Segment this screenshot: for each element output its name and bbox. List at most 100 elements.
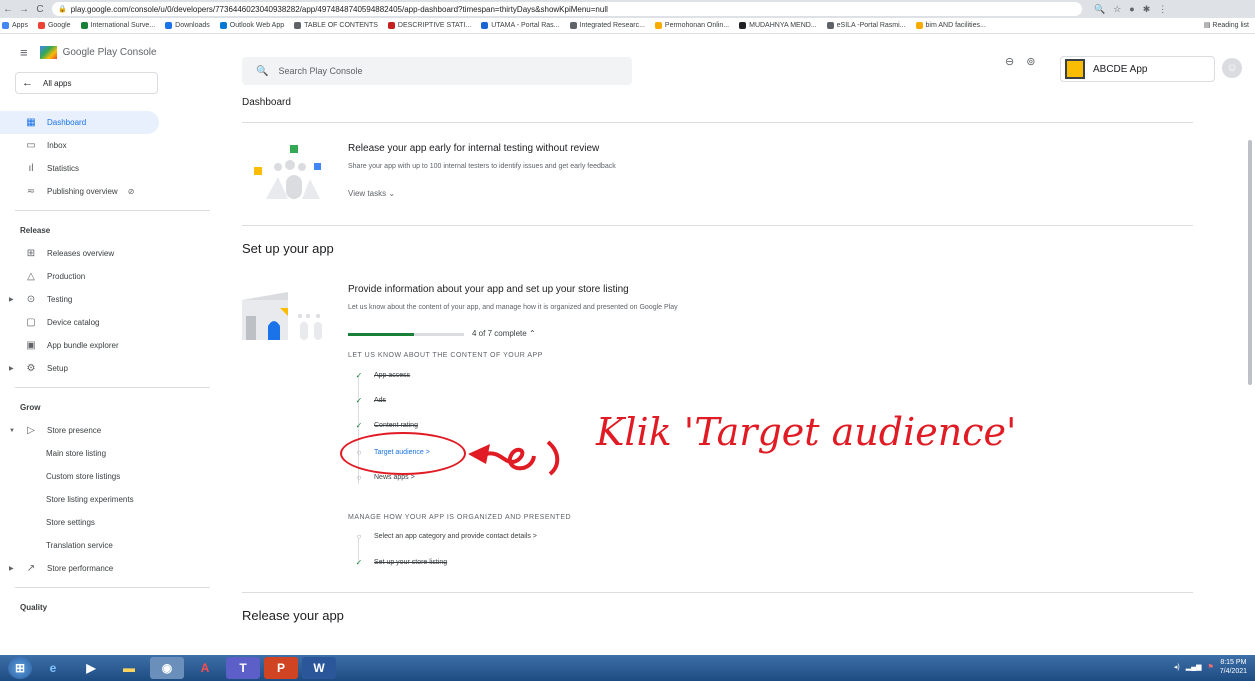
sidebar-item-store-performance[interactable]: ▶ ↗ Store performance	[0, 557, 223, 580]
top-tools: ⊖ ⊚	[1005, 55, 1035, 68]
sidebar-subitem-main-store-listing[interactable]: Main store listing	[0, 442, 223, 465]
help-icon[interactable]: ⊚	[1026, 55, 1035, 68]
bookmark[interactable]: UTAMA - Portal Ras...	[481, 22, 560, 29]
search-placeholder: Search Play Console	[278, 66, 363, 76]
production-icon: △	[27, 271, 35, 282]
sidebar-item-app-bundle-explorer[interactable]: ▣ App bundle explorer	[0, 334, 223, 357]
hamburger-menu-icon[interactable]: ≡	[20, 45, 28, 60]
dashboard-icon: ▦	[26, 117, 36, 128]
release-section-title: Release your app	[242, 608, 344, 623]
sidebar-item-setup[interactable]: ▶ ⚙ Setup	[0, 357, 223, 380]
network-icon[interactable]: ▂▄▆	[1186, 663, 1202, 671]
inbox-icon: ▭	[26, 140, 36, 151]
task-app-category[interactable]: ○ Select an app category and provide cont…	[352, 529, 537, 543]
bookmark[interactable]: Downloads	[165, 22, 210, 29]
app-selector[interactable]: ABCDE App	[1060, 56, 1215, 82]
scrollbar[interactable]	[1248, 140, 1252, 385]
sidebar-item-dashboard[interactable]: ▦ Dashboard	[0, 111, 159, 134]
bookmark[interactable]: International Surve...	[80, 22, 155, 29]
folder-icon[interactable]: ▬	[112, 657, 146, 679]
search-input[interactable]: 🔍 Search Play Console	[242, 57, 632, 85]
task-ads[interactable]: ✓ Ads	[352, 393, 386, 407]
address-bar[interactable]: 🔒 play.google.com/console/u/0/developers…	[52, 2, 1082, 16]
extension-icon[interactable]: ●	[1129, 4, 1134, 15]
powerpoint-icon[interactable]: P	[264, 657, 298, 679]
word-icon[interactable]: W	[302, 657, 336, 679]
clock[interactable]: 8:15 PM 7/4/2021	[1220, 658, 1247, 676]
section-header-grow: Grow	[20, 402, 41, 412]
start-button[interactable]: ⊞	[8, 657, 32, 679]
sidebar-subitem-custom-store-listings[interactable]: Custom store listings	[0, 465, 223, 488]
sidebar-item-releases-overview[interactable]: ⊞ Releases overview	[0, 242, 223, 265]
zoom-icon[interactable]: 🔍	[1094, 4, 1105, 15]
setup-section-title: Set up your app	[242, 241, 334, 256]
pdf-icon[interactable]: A	[188, 657, 222, 679]
sidebar-item-statistics[interactable]: ıl Statistics	[0, 157, 223, 180]
divider	[242, 592, 1193, 593]
trend-icon: ↗	[26, 563, 36, 574]
bookmark[interactable]: MUDAHNYA MEND...	[739, 22, 817, 29]
play-icon: ▷	[27, 425, 35, 436]
bookmark[interactable]: Outlook Web App	[219, 22, 284, 29]
divider	[242, 122, 1193, 123]
check-icon: ✓	[355, 395, 363, 405]
star-icon[interactable]: ☆	[1113, 4, 1121, 15]
task-content-rating[interactable]: ✓ Content rating	[352, 418, 418, 432]
bookmark[interactable]: Permohonan Onlin...	[654, 22, 729, 29]
all-apps-button[interactable]: ← All apps	[15, 72, 158, 94]
bundle-icon: ▣	[26, 340, 36, 351]
sidebar-item-production[interactable]: △ Production	[0, 265, 223, 288]
forward-icon[interactable]: →	[16, 4, 32, 15]
sidebar-item-inbox[interactable]: ▭ Inbox	[0, 134, 223, 157]
bookmark[interactable]: DESCRIPTIVE STATI...	[387, 22, 471, 29]
lock-icon: 🔒	[58, 6, 67, 13]
sidebar-item-store-presence[interactable]: ▼ ▷ Store presence	[0, 419, 223, 442]
bar-chart-icon: ıl	[28, 163, 34, 174]
reload-icon[interactable]: C	[32, 4, 48, 15]
ie-icon[interactable]: e	[36, 657, 70, 679]
release-card-subtitle: Share your app with up to 100 internal t…	[348, 163, 616, 170]
task-store-listing[interactable]: ✓ Set up your store listing	[352, 555, 448, 569]
bookmarks-bar: Apps Google International Surve... Downl…	[0, 18, 1255, 34]
sidebar-item-device-catalog[interactable]: ▢ Device catalog	[0, 311, 223, 334]
brand-row: ≡ Google Play Console	[0, 34, 223, 70]
annotation-circle	[340, 432, 466, 475]
sidebar-item-testing[interactable]: ▶ ⊙ Testing	[0, 288, 223, 311]
view-tasks-button[interactable]: View tasks ⌄	[348, 189, 395, 198]
testing-icon: ⊙	[26, 294, 36, 305]
bookmark[interactable]: eSILA -Portal Rasmi...	[826, 22, 906, 29]
sidebar-subitem-translation-service[interactable]: Translation service	[0, 534, 223, 557]
system-tray: ◂) ▂▄▆ ⚑ 8:15 PM 7/4/2021	[1174, 658, 1247, 676]
release-card-title: Release your app early for internal test…	[348, 143, 600, 154]
flag-icon[interactable]: ⚑	[1207, 663, 1213, 671]
task-group-header: MANAGE HOW YOUR APP IS ORGANIZED AND PRE…	[348, 514, 572, 521]
sidebar-subitem-store-listing-experiments[interactable]: Store listing experiments	[0, 488, 223, 511]
bookmark[interactable]: bim AND facilities...	[915, 22, 986, 29]
avatar[interactable]: ☺	[1222, 58, 1242, 78]
check-icon: ✓	[355, 557, 363, 567]
back-icon[interactable]: ←	[0, 4, 16, 15]
collapse-caret-icon: ▼	[9, 427, 15, 434]
chrome-icon[interactable]: ◉	[150, 657, 184, 679]
link-icon[interactable]: ⊖	[1005, 55, 1014, 68]
reading-list-button[interactable]: ▤ Reading list	[1204, 21, 1249, 30]
volume-icon[interactable]: ◂)	[1174, 663, 1180, 671]
puzzle-icon[interactable]: ✱	[1143, 4, 1151, 15]
bookmark[interactable]: TABLE OF CONTENTS	[294, 22, 378, 29]
bookmark[interactable]: Integrated Researc...	[569, 22, 645, 29]
internal-testing-illustration	[254, 145, 321, 199]
check-icon: ✓	[355, 370, 363, 380]
bookmark[interactable]: Apps	[2, 22, 28, 29]
check-icon: ✓	[355, 420, 363, 430]
task-app-access[interactable]: ✓ App access	[352, 368, 411, 382]
menu-dots-icon[interactable]: ⋮	[1158, 4, 1167, 15]
sidebar-item-publishing-overview[interactable]: ≂ Publishing overview ⊘	[0, 180, 223, 203]
media-player-icon[interactable]: ▶	[74, 657, 108, 679]
bookmark[interactable]: Google	[37, 22, 71, 29]
task-group-header: LET US KNOW ABOUT THE CONTENT OF YOUR AP…	[348, 352, 543, 359]
teams-icon[interactable]: T	[226, 657, 260, 679]
setup-card-title: Provide information about your app and s…	[348, 284, 629, 295]
sidebar-subitem-store-settings[interactable]: Store settings	[0, 511, 223, 534]
progress-toggle[interactable]: 4 of 7 complete ⌃	[472, 329, 536, 338]
search-icon: 🔍	[256, 65, 269, 77]
